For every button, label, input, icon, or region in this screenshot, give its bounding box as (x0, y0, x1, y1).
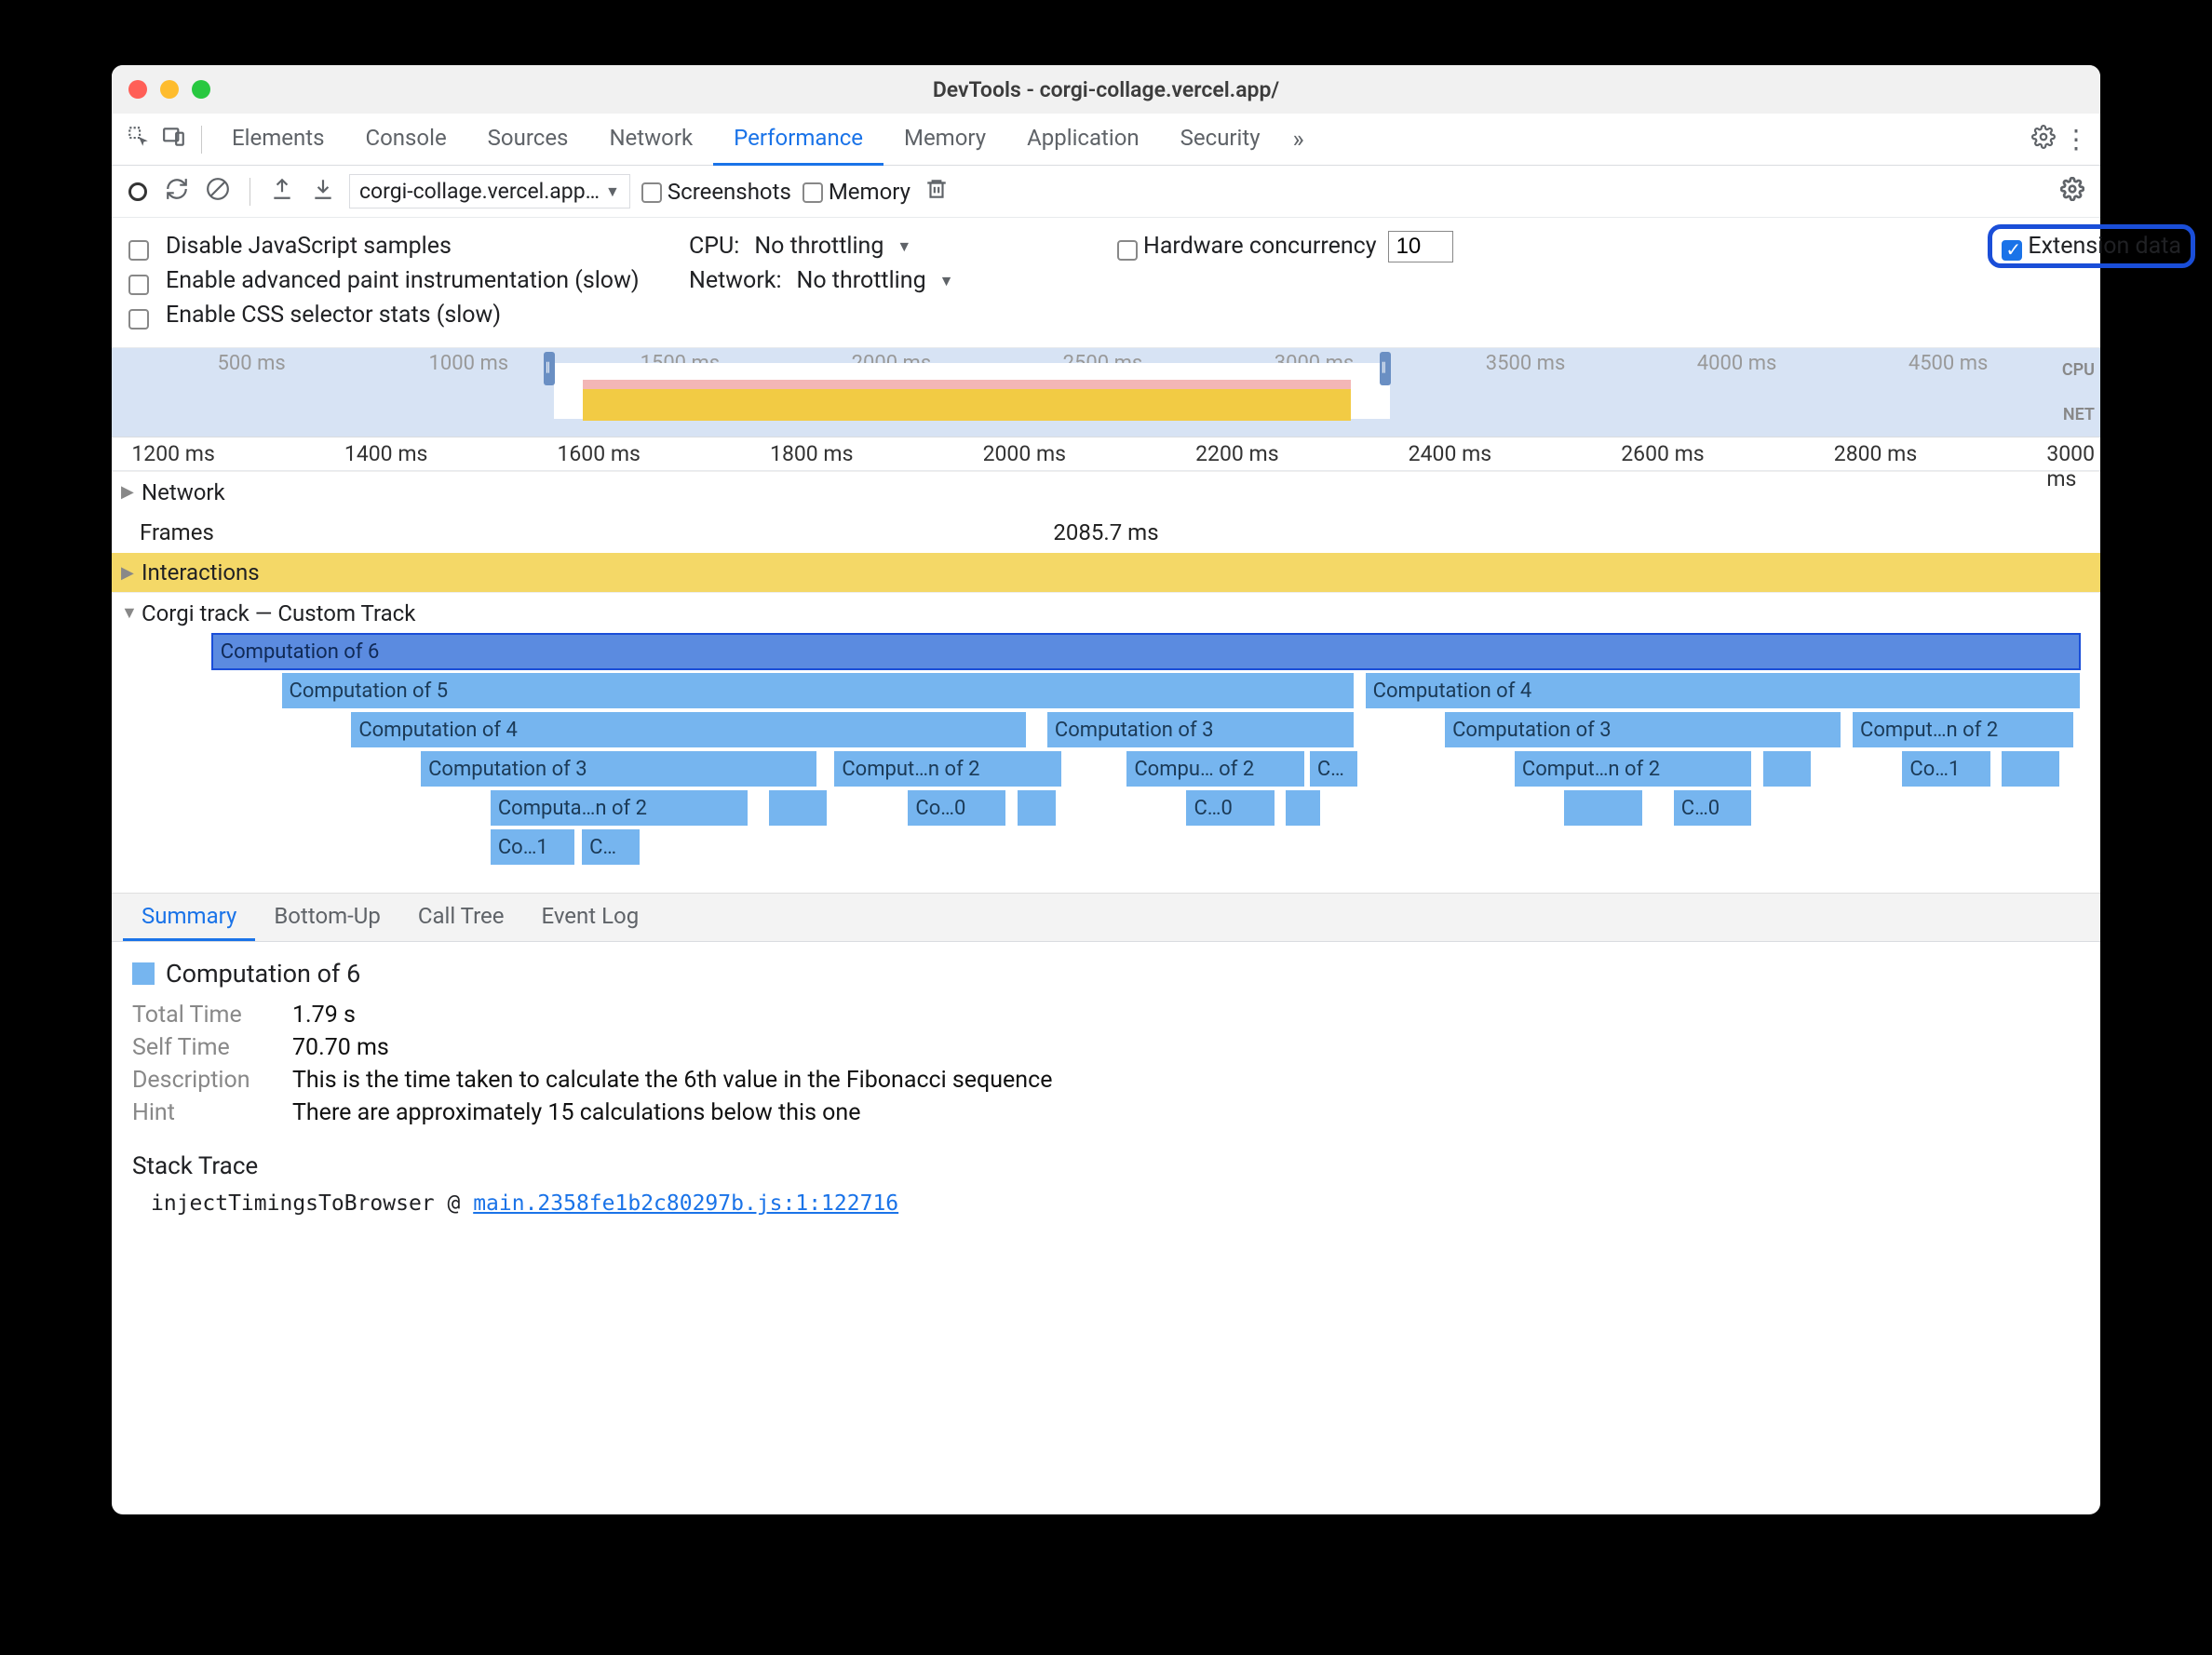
cpu-label: CPU: (689, 233, 739, 260)
flame-entry[interactable]: Computation of 4 (350, 711, 1026, 748)
flame-entry-selected[interactable]: Computation of 6 (211, 633, 2081, 670)
perf-settings-icon[interactable] (2057, 177, 2087, 207)
flame-entry[interactable] (768, 789, 828, 827)
interactions-lane[interactable]: ▶Interactions (112, 553, 2100, 592)
stack-trace-line: injectTimingsToBrowser @ main.2358fe1b2c… (132, 1191, 2080, 1216)
tab-memory[interactable]: Memory (883, 114, 1006, 166)
detail-tab-calltree[interactable]: Call Tree (399, 894, 523, 941)
stack-source-link[interactable]: main.2358fe1b2c80297b.js:1:122716 (473, 1191, 898, 1216)
flame-entries: Computation of 6 Computation of 5 Comput… (112, 633, 2100, 894)
paint-instrumentation-checkbox[interactable]: Enable advanced paint instrumentation (s… (128, 267, 640, 294)
flame-entry[interactable]: Computation of 4 (1365, 672, 2081, 709)
color-swatch-icon (132, 962, 155, 985)
chevron-down-icon: ▼ (605, 182, 620, 201)
flame-entry[interactable]: C…0 (1185, 789, 1275, 827)
inspect-icon[interactable] (121, 125, 156, 155)
flame-entry[interactable]: Compu… of 2 (1126, 750, 1304, 787)
flame-entry[interactable]: Comput…n of 2 (1514, 750, 1752, 787)
overview-handle-left[interactable] (544, 352, 555, 385)
tab-performance[interactable]: Performance (713, 114, 883, 166)
disable-js-checkbox[interactable]: Disable JavaScript samples (128, 233, 452, 260)
flame-entry[interactable] (1285, 789, 1320, 827)
timeline-overview[interactable]: 500 ms 1000 ms 1500 ms 2000 ms 2500 ms 3… (112, 348, 2100, 437)
record-button[interactable] (128, 182, 147, 201)
flame-entry[interactable]: Computa…n of 2 (490, 789, 749, 827)
window-title: DevTools - corgi-collage.vercel.app/ (112, 77, 2100, 102)
tabs-overflow-icon[interactable]: » (1281, 126, 1316, 154)
flame-entry[interactable] (2001, 750, 2060, 787)
flame-entry[interactable]: C… (581, 828, 641, 866)
tab-sources[interactable]: Sources (467, 114, 589, 166)
panel-tabs: Elements Console Sources Network Perform… (112, 114, 2100, 166)
flame-entry[interactable]: Comput…n of 2 (833, 750, 1062, 787)
flame-entry[interactable]: Computation of 3 (420, 750, 817, 787)
tab-console[interactable]: Console (344, 114, 466, 166)
detail-tab-summary[interactable]: Summary (123, 894, 255, 941)
summary-title: Computation of 6 (132, 959, 2080, 989)
flame-entry[interactable]: Comput…n of 2 (1852, 711, 2074, 748)
net-track-label: NET (2063, 405, 2095, 424)
extension-data-checkbox[interactable]: Extension data (1988, 224, 2100, 268)
flame-entry[interactable] (1563, 789, 1642, 827)
flame-entry[interactable]: Co…1 (490, 828, 575, 866)
hw-concurrency-input[interactable] (1388, 231, 1453, 262)
flame-ruler[interactable]: 1200 ms 1400 ms 1600 ms 1800 ms 2000 ms … (112, 437, 2100, 471)
css-stats-checkbox[interactable]: Enable CSS selector stats (slow) (128, 302, 501, 329)
tab-elements[interactable]: Elements (211, 114, 344, 166)
tab-network[interactable]: Network (588, 114, 713, 166)
reload-icon[interactable] (162, 177, 192, 207)
network-lane[interactable]: ▶Network (112, 471, 2100, 512)
summary-pane: Computation of 6 Total Time1.79 s Self T… (112, 942, 2100, 1232)
network-throttle-select[interactable]: No throttling▼ (793, 265, 958, 296)
flame-entry[interactable]: Computation of 3 (1046, 711, 1355, 748)
flame-entry[interactable]: Co…0 (907, 789, 1006, 827)
detail-tabs: Summary Bottom-Up Call Tree Event Log (112, 894, 2100, 942)
flame-entry[interactable]: C…0 (1673, 789, 1752, 827)
tab-security[interactable]: Security (1160, 114, 1281, 166)
tab-application[interactable]: Application (1006, 114, 1160, 166)
memory-checkbox[interactable]: Memory (803, 179, 910, 205)
gc-icon[interactable] (922, 177, 951, 207)
perf-toolbar: corgi-collage.vercel.app… ▼ Screenshots … (112, 166, 2100, 218)
download-icon[interactable] (308, 177, 338, 207)
stack-trace-heading: Stack Trace (132, 1152, 2080, 1180)
hw-concurrency-checkbox[interactable]: Hardware concurrency (1117, 233, 1377, 260)
custom-track-lane[interactable]: ▼Corgi track — Custom Track (112, 592, 2100, 633)
flame-entry[interactable]: Co…1 (1901, 750, 1990, 787)
device-toggle-icon[interactable] (156, 125, 192, 155)
flame-chart[interactable]: ▶Network Frames 2085.7 ms ▶Interactions … (112, 471, 2100, 894)
capture-settings: Disable JavaScript samples CPU: No throt… (112, 218, 2100, 348)
detail-tab-bottomup[interactable]: Bottom-Up (255, 894, 399, 941)
detail-tab-eventlog[interactable]: Event Log (522, 894, 657, 941)
titlebar: DevTools - corgi-collage.vercel.app/ (112, 65, 2100, 114)
flame-entry[interactable] (1762, 750, 1812, 787)
frame-duration: 2085.7 ms (1053, 519, 1158, 545)
kebab-menu-icon[interactable]: ⋮ (2061, 124, 2091, 155)
recording-url: corgi-collage.vercel.app… (359, 179, 600, 204)
settings-gear-icon[interactable] (2026, 125, 2061, 155)
network-label: Network: (689, 267, 782, 294)
recording-selector[interactable]: corgi-collage.vercel.app… ▼ (349, 174, 630, 209)
flame-entry[interactable]: Computation of 5 (281, 672, 1355, 709)
upload-icon[interactable] (267, 177, 297, 207)
frames-lane[interactable]: Frames 2085.7 ms (112, 512, 2100, 553)
screenshots-checkbox[interactable]: Screenshots (641, 179, 791, 205)
clear-icon[interactable] (203, 177, 233, 207)
flame-entry[interactable] (1017, 789, 1057, 827)
cpu-track-label: CPU (2062, 360, 2095, 380)
flame-entry[interactable]: C… (1309, 750, 1358, 787)
cpu-throttle-select[interactable]: No throttling▼ (750, 231, 915, 262)
flame-entry[interactable]: Computation of 3 (1444, 711, 1841, 748)
overview-handle-right[interactable] (1380, 352, 1391, 385)
devtools-window: DevTools - corgi-collage.vercel.app/ Ele… (112, 65, 2100, 1514)
